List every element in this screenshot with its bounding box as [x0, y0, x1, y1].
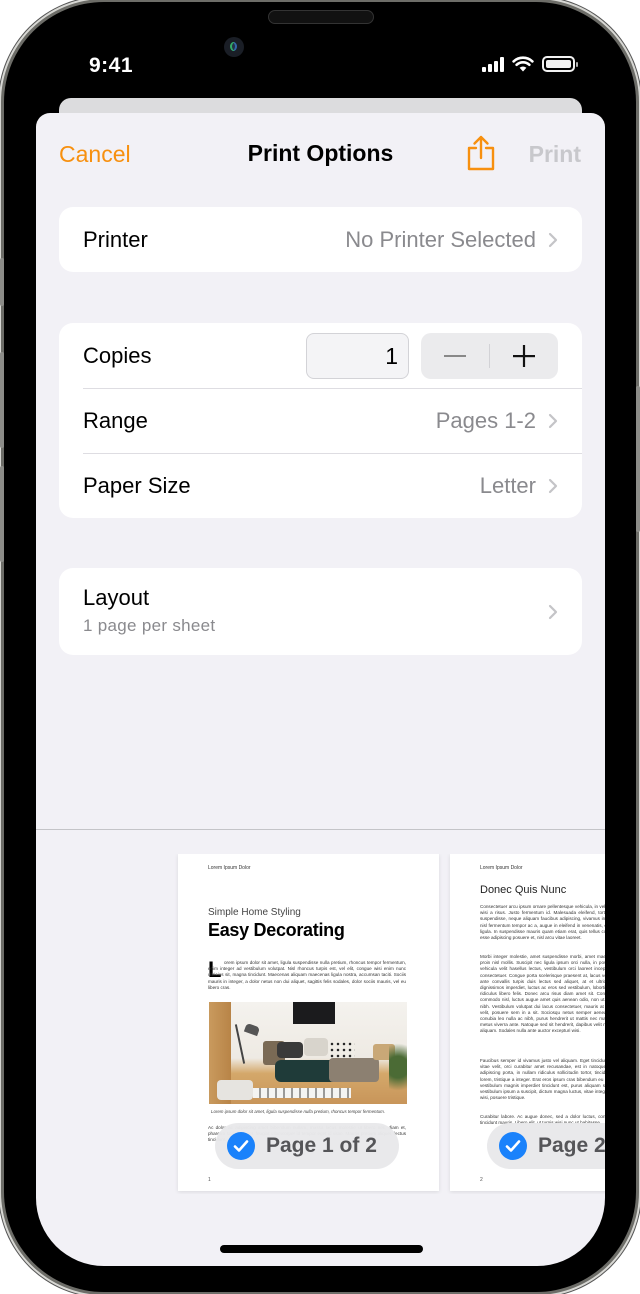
page-title: Print Options	[247, 140, 394, 166]
page-badge-label: Page 1 of 2	[266, 1134, 377, 1157]
printer-label: Printer	[83, 226, 148, 252]
page-header: Lorem Ipsum Dolor	[208, 865, 251, 871]
article-title: Donec Quis Nunc	[480, 884, 567, 896]
print-settings-group: Copies 1 Range Pages 1-2 Paper Size Lett…	[59, 323, 582, 518]
chevron-right-icon	[548, 232, 558, 247]
minus-icon	[444, 354, 466, 357]
printer-row[interactable]: Printer No Printer Selected	[59, 207, 582, 272]
battery-icon	[542, 56, 578, 72]
range-value: Pages 1-2	[435, 407, 536, 433]
side-button	[636, 386, 640, 532]
page-badge-label: Page 2 of 2	[538, 1134, 605, 1157]
volume-down-button	[0, 466, 4, 562]
range-label: Range	[83, 407, 148, 433]
plus-icon	[513, 344, 535, 367]
home-indicator[interactable]	[220, 1245, 423, 1253]
front-camera	[224, 37, 244, 57]
paper-size-label: Paper Size	[83, 472, 191, 498]
status-bar: 9:41	[36, 34, 605, 96]
article-body: orem ipsum dolor sit amet, ligula suspen…	[208, 960, 406, 990]
paper-size-row[interactable]: Paper Size Letter	[59, 453, 582, 518]
page-number: 1	[208, 1177, 211, 1183]
screen: 9:41 Cancel Print Options Print Printer …	[36, 34, 605, 1266]
copies-stepper	[421, 332, 558, 379]
page-preview-strip[interactable]: Lorem Ipsum Dolor Simple Home Styling Ea…	[36, 854, 605, 1194]
paper-size-value: Letter	[479, 472, 536, 498]
copies-label: Copies	[83, 342, 152, 368]
article-paragraph: Faucibus semper id vivamus justo vel ali…	[480, 1058, 605, 1101]
copies-input[interactable]: 1	[306, 332, 409, 379]
layout-subtitle: 1 page per sheet	[83, 616, 216, 635]
earpiece-speaker	[268, 10, 374, 24]
decrement-button[interactable]	[421, 333, 489, 379]
status-time: 9:41	[89, 54, 134, 77]
article-paragraph: Morbi integer molestie, amet suspendisse…	[480, 954, 605, 1034]
article-kicker: Simple Home Styling	[208, 907, 301, 918]
chevron-right-icon	[548, 413, 558, 428]
layout-row[interactable]: Layout 1 page per sheet	[59, 568, 582, 655]
range-row[interactable]: Range Pages 1-2	[59, 388, 582, 453]
print-options-sheet: Cancel Print Options Print Printer No Pr…	[36, 113, 605, 1266]
print-button[interactable]: Print	[529, 141, 581, 168]
article-paragraph: Consectetuer arcu ipsum ornare pellentes…	[480, 904, 605, 941]
page-preview-2[interactable]: Lorem Ipsum Dolor Donec Quis Nunc Consec…	[450, 854, 605, 1191]
volume-up-button	[0, 352, 4, 448]
wifi-icon	[512, 56, 534, 72]
share-icon[interactable]	[466, 135, 496, 171]
silent-switch	[0, 258, 4, 306]
navigation-bar: Cancel Print Options Print	[36, 113, 605, 195]
page-badge[interactable]: Page 2 of 2	[487, 1123, 605, 1169]
printer-group: Printer No Printer Selected	[59, 207, 582, 272]
page-badge[interactable]: Page 1 of 2	[215, 1123, 399, 1169]
increment-button[interactable]	[490, 333, 558, 379]
living-room-photo	[209, 1002, 407, 1104]
photo-caption: Lorem ipsum dolor sit amet, ligula suspe…	[211, 1109, 385, 1114]
cellular-signal-icon	[482, 56, 504, 72]
printer-value: No Printer Selected	[345, 226, 536, 252]
page-number: 2	[480, 1177, 483, 1183]
checkmark-icon	[499, 1132, 527, 1160]
page-preview-1[interactable]: Lorem Ipsum Dolor Simple Home Styling Ea…	[178, 854, 439, 1191]
chevron-right-icon	[548, 478, 558, 493]
layout-label: Layout	[83, 585, 150, 610]
checkmark-icon	[227, 1132, 255, 1160]
page-header: Lorem Ipsum Dolor	[480, 865, 523, 871]
article-title: Easy Decorating	[208, 920, 345, 940]
layout-group: Layout 1 page per sheet	[59, 568, 582, 655]
copies-row: Copies 1	[59, 323, 582, 388]
status-icons	[482, 56, 578, 72]
preview-divider	[36, 829, 605, 830]
chevron-right-icon	[548, 604, 558, 620]
